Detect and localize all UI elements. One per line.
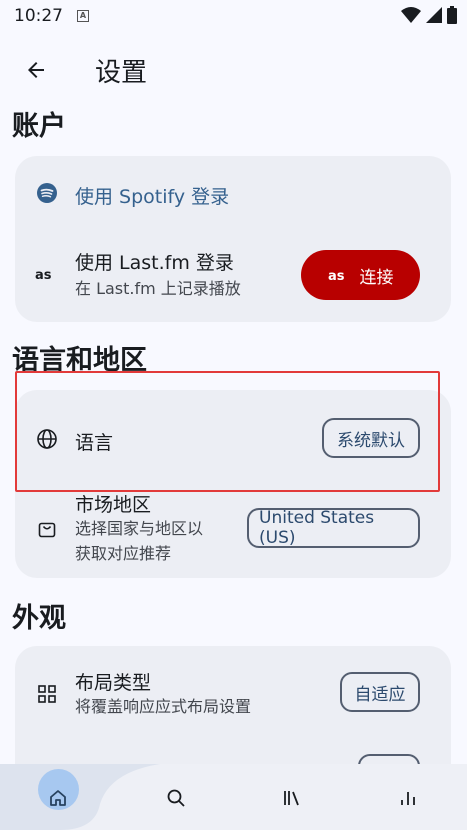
market-subtitle-line1: 选择国家与地区以 [75,519,204,538]
back-button[interactable] [20,54,52,86]
notification-icon: A [77,10,89,22]
app-bar: 设置 [0,44,467,94]
spotify-icon [35,181,59,205]
lastfm-button-icon: as [328,269,345,282]
signal-icon [426,7,442,23]
spotify-login-label: 使用 Spotify 登录 [75,186,230,208]
market-value-chip[interactable]: United States (US) [247,508,420,548]
grid-view-icon [35,682,59,706]
language-value-chip[interactable]: 系统默认 [322,418,420,458]
language-row[interactable]: 语言 系统默认 [15,390,451,488]
market-subtitle-line2: 获取对应推荐 [75,544,172,563]
market-row[interactable]: 市场地区 选择国家与地区以 获取对应推荐 United States (US) [15,488,451,578]
lastfm-icon: as [35,262,59,286]
status-icons [401,6,457,24]
stats-icon [401,792,415,805]
layout-subtitle: 将覆盖响应应式布局设置 [75,697,252,716]
battery-icon [447,6,457,24]
status-bar: 10:27 A [0,0,467,32]
home-icon [50,790,66,806]
svg-text:as: as [328,269,345,282]
status-time: 10:27 [14,6,63,26]
arrow-back-icon [28,62,44,78]
nav-search[interactable] [156,778,196,818]
spotify-login-row[interactable]: 使用 Spotify 登录 [15,156,451,226]
lastfm-connect-button[interactable]: as 连接 [301,250,420,300]
section-title-account: 账户 [12,111,66,142]
search-icon [167,789,185,807]
layout-value-chip[interactable]: 自适应 [340,672,420,712]
library-icon [284,791,299,806]
page-title: 设置 [95,58,148,88]
account-card: 使用 Spotify 登录 as 使用 Last.fm 登录 在 Last.fm… [15,156,451,322]
nav-wave-decoration [0,764,160,830]
lastfm-connect-label: 连接 [359,267,394,288]
layout-title: 布局类型 [75,672,152,694]
lastfm-login-title: 使用 Last.fm 登录 [75,252,234,274]
globe-icon [35,427,59,451]
lastfm-login-subtitle: 在 Last.fm 上记录播放 [75,279,241,298]
wifi-icon [401,7,421,23]
layout-row[interactable]: 布局类型 将覆盖响应应式布局设置 自适应 [15,646,451,738]
language-region-card: 语言 系统默认 市场地区 选择国家与地区以 获取对应推荐 United Stat… [15,390,451,578]
nav-library[interactable] [272,778,312,818]
nav-stats[interactable] [388,778,428,818]
language-label: 语言 [75,432,114,454]
market-title: 市场地区 [75,494,152,516]
section-title-language-region: 语言和地区 [12,345,147,376]
svg-text:as: as [35,268,52,281]
section-title-appearance: 外观 [12,603,66,634]
shopping-bag-icon [35,516,59,540]
nav-home[interactable] [38,778,78,818]
